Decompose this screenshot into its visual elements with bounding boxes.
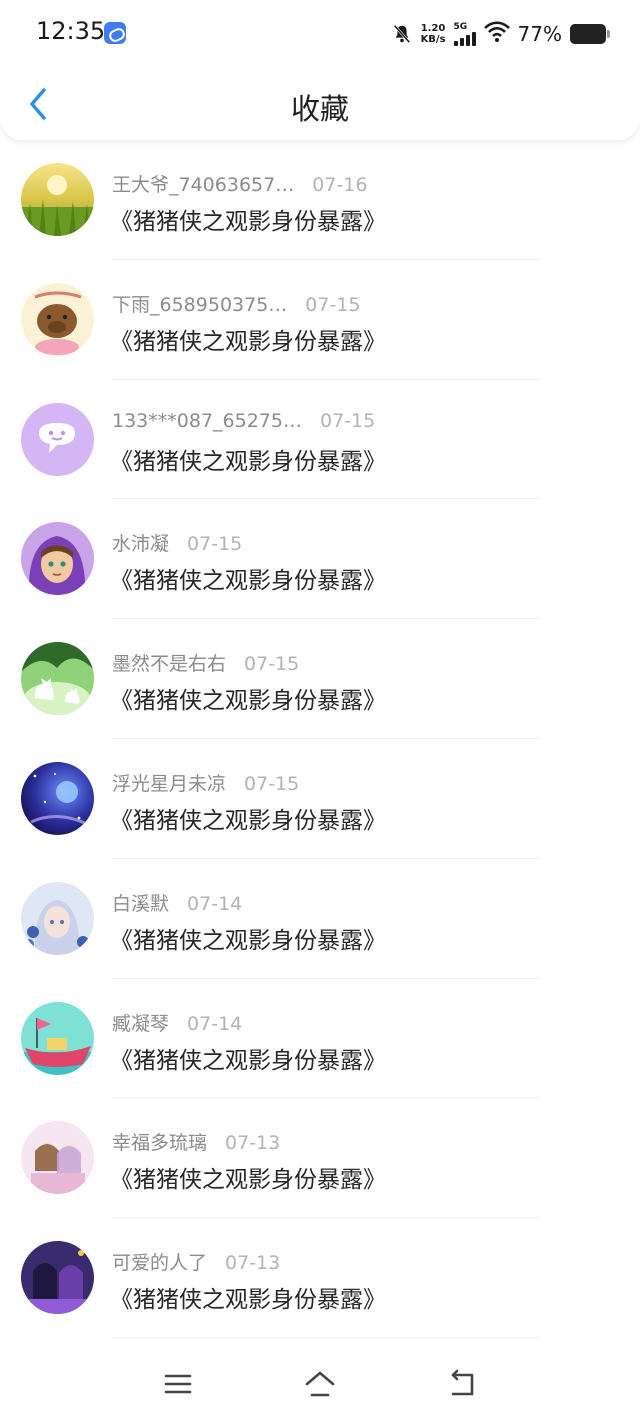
username: 浮光星月未凉: [112, 772, 227, 795]
item-meta: 臧凝琴 07-14: [112, 1009, 242, 1036]
item-title: 《猪猪侠之观影身份暴露》: [110, 568, 386, 595]
username: 幸福多琉璃: [112, 1132, 208, 1155]
username: 水沛凝: [112, 533, 170, 556]
date: 07-14: [187, 892, 243, 915]
item-title: 《猪猪侠之观影身份暴露》: [110, 807, 386, 834]
mute-bell-icon: [391, 23, 413, 45]
chat-bubble-avatar[interactable]: [21, 402, 94, 476]
list-item[interactable]: 幸福多琉璃 07-13 《猪猪侠之观影身份暴露》: [0, 1098, 640, 1219]
date: 07-13: [225, 1252, 281, 1275]
system-nav-bar: [0, 1338, 640, 1422]
back-nav-button[interactable]: [442, 1364, 482, 1404]
item-meta: 白溪默 07-14: [112, 889, 242, 916]
list-item[interactable]: 臧凝琴 07-14 《猪猪侠之观影身份暴露》: [0, 979, 640, 1099]
meadow-avatar[interactable]: [21, 163, 94, 236]
menu-button[interactable]: [158, 1364, 198, 1404]
network-type: 5G: [453, 21, 468, 32]
status-time: 12:35: [36, 17, 106, 45]
list-item[interactable]: 可爱的人了 07-13 《猪猪侠之观影身份暴露》: [0, 1218, 640, 1338]
item-title: 《猪猪侠之观影身份暴露》: [110, 328, 386, 355]
username: 臧凝琴: [112, 1012, 170, 1035]
date: 07-15: [319, 409, 376, 432]
list-item[interactable]: 白溪默 07-14 《猪猪侠之观影身份暴露》: [0, 859, 640, 979]
cellular-signal-icon: 5G: [453, 21, 476, 46]
item-meta: 133***087_65275… 07-15: [112, 410, 375, 432]
boat-cartoon-avatar[interactable]: [21, 1001, 94, 1075]
app-notification-icon: [104, 22, 126, 44]
item-meta: 可爱的人了 07-13: [112, 1248, 280, 1275]
username: 133***087_65275…: [112, 409, 302, 432]
wifi-icon: [483, 21, 510, 47]
username: 可爱的人了: [112, 1252, 208, 1275]
item-title: 《猪猪侠之观影身份暴露》: [110, 209, 386, 235]
list-item[interactable]: 王大爷_74063657… 07-16 《猪猪侠之观影身份暴露》: [0, 140, 640, 260]
status-icons: 1.20 KB/s 5G 77%: [391, 18, 610, 50]
date: 07-16: [312, 174, 368, 196]
date: 07-14: [187, 1012, 243, 1035]
item-title: 《猪猪侠之观影身份暴露》: [110, 1167, 386, 1194]
date: 07-15: [305, 293, 361, 316]
item-meta: 水沛凝 07-15: [112, 529, 242, 556]
list-item[interactable]: 水沛凝 07-15 《猪猪侠之观影身份暴露》: [0, 499, 640, 620]
battery-percent: 77%: [517, 22, 562, 46]
menu-icon: [164, 1374, 192, 1394]
net-speed: 1.20 KB/s: [421, 23, 446, 45]
return-icon: [451, 1369, 474, 1396]
item-title: 《猪猪侠之观影身份暴露》: [110, 1287, 386, 1314]
net-speed-value: 1.20: [420, 23, 446, 34]
list-item[interactable]: 133***087_65275… 07-15 《猪猪侠之观影身份暴露》: [0, 380, 640, 500]
date: 07-15: [244, 772, 300, 795]
list-item[interactable]: 下雨_658950375… 07-15 《猪猪侠之观影身份暴露》: [0, 260, 640, 380]
item-title: 《猪猪侠之观影身份暴露》: [110, 927, 386, 954]
home-icon: [305, 1371, 335, 1397]
status-bar: 12:35 1.20 KB/s 5G 77%: [0, 0, 640, 66]
anime-girl-flowers-avatar[interactable]: [21, 881, 94, 955]
item-meta: 墨然不是右右 07-15: [112, 649, 299, 676]
date: 07-15: [187, 533, 243, 556]
cats-green-avatar[interactable]: [21, 642, 94, 716]
list-item[interactable]: 墨然不是右右 07-15 《猪猪侠之观影身份暴露》: [0, 619, 640, 739]
pastel-girls-avatar[interactable]: [21, 1121, 94, 1195]
username: 王大爷_74063657…: [112, 174, 295, 196]
item-title: 《猪猪侠之观影身份暴露》: [110, 1047, 386, 1074]
username: 下雨_658950375…: [112, 293, 288, 316]
favorites-list: 王大爷_74063657… 07-16 《猪猪侠之观影身份暴露》 下雨_6589…: [0, 140, 640, 1338]
capybara-avatar[interactable]: [21, 282, 94, 356]
username: 白溪默: [112, 892, 170, 915]
anime-girls-dark-avatar[interactable]: [21, 1241, 94, 1315]
home-button[interactable]: [300, 1364, 340, 1404]
anime-girl-hood-avatar[interactable]: [21, 522, 94, 596]
battery-icon: [570, 24, 610, 44]
item-meta: 下雨_658950375… 07-15: [112, 290, 361, 317]
date: 07-15: [244, 653, 300, 676]
list-item[interactable]: 浮光星月未凉 07-15 《猪猪侠之观影身份暴露》: [0, 739, 640, 859]
username: 墨然不是右右: [112, 653, 227, 676]
item-meta: 王大爷_74063657… 07-16: [112, 170, 367, 197]
item-title: 《猪猪侠之观影身份暴露》: [110, 688, 386, 715]
date: 07-13: [225, 1132, 281, 1155]
header-bar: 收藏: [0, 66, 640, 140]
starry-sky-avatar[interactable]: [21, 761, 94, 835]
item-meta: 幸福多琉璃 07-13: [112, 1128, 280, 1155]
item-title: 《猪猪侠之观影身份暴露》: [110, 448, 386, 475]
item-meta: 浮光星月未凉 07-15: [112, 769, 299, 796]
page-title: 收藏: [290, 92, 349, 126]
net-speed-unit: KB/s: [420, 34, 446, 45]
